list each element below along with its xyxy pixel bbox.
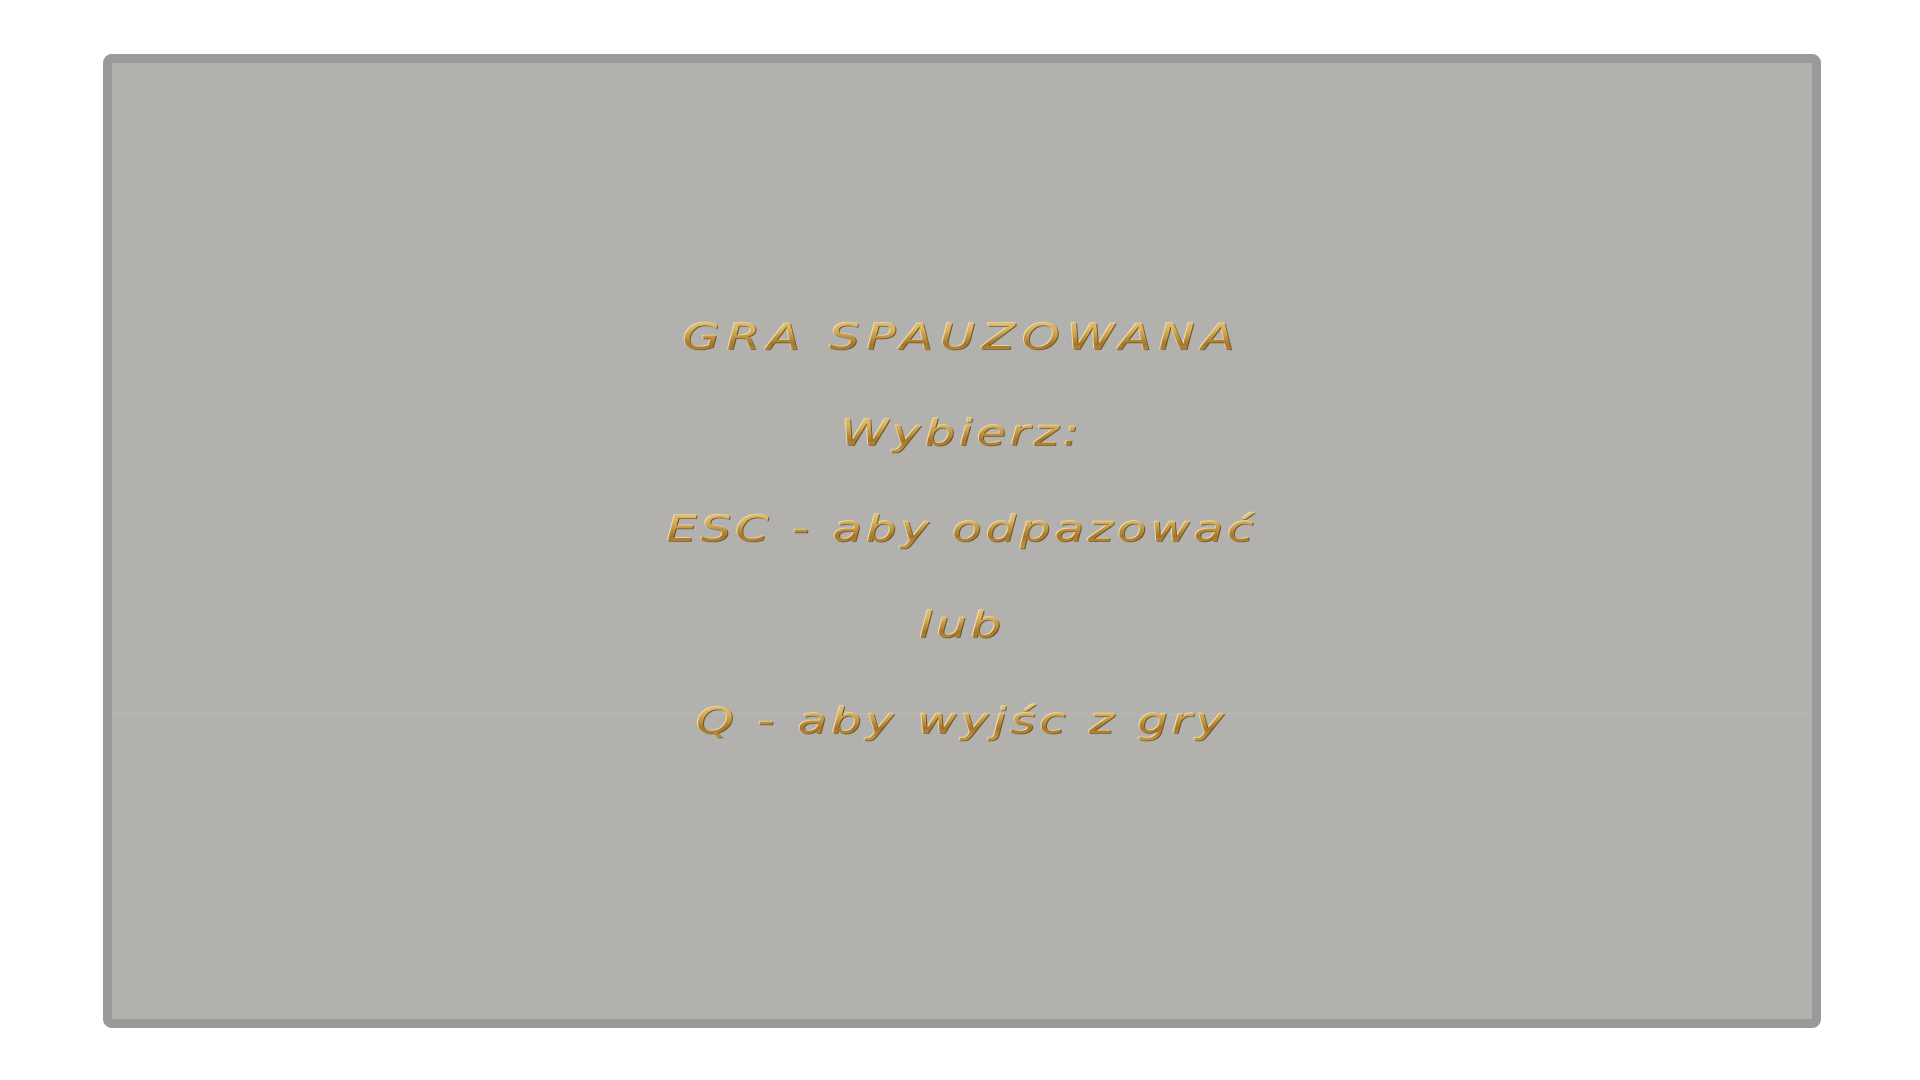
pause-prompt: Wybierz: [112, 397, 1812, 468]
quit-option[interactable]: Q - aby wyjśc z gry [112, 685, 1812, 756]
option-separator: lub [112, 589, 1812, 660]
pause-title: GRA SPAUZOWANA [112, 301, 1812, 372]
pause-menu-text: GRA SPAUZOWANA Wybierz: ESC - aby odpazo… [112, 289, 1812, 769]
pause-menu-panel: GRA SPAUZOWANA Wybierz: ESC - aby odpazo… [103, 54, 1821, 1028]
resume-option[interactable]: ESC - aby odpazować [112, 493, 1812, 564]
